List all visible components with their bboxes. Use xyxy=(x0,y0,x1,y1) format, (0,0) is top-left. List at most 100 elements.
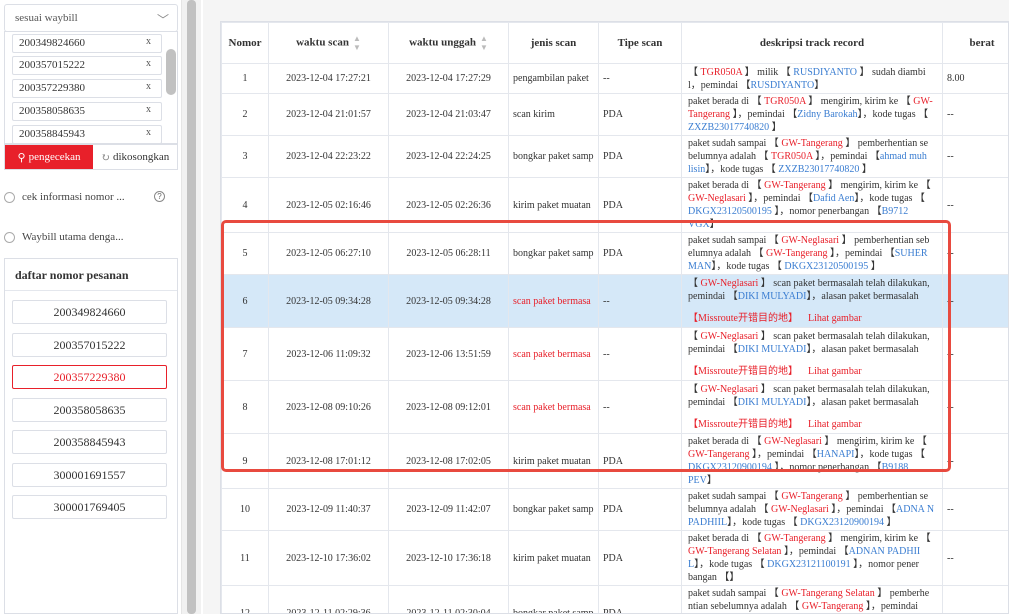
table-row[interactable]: 9 2023-12-08 17:01:12 2023-12-08 17:02:05 k… xyxy=(221,433,1008,489)
cell-upload-time: 2023-12-08 09:12:01 xyxy=(388,380,509,434)
table-row[interactable]: 8 2023-12-08 09:10:26 2023-12-08 09:12:01 s… xyxy=(221,380,1008,434)
desc-text: 】，pemindai 【 xyxy=(827,248,895,259)
cell-scan-type: scan kirim xyxy=(508,93,599,136)
order-item[interactable]: 200358845943 xyxy=(12,430,167,454)
waybill-list-scrollbar[interactable] xyxy=(166,49,176,95)
table-row[interactable]: 7 2023-12-06 11:09:32 2023-12-06 13:51:59 s… xyxy=(221,327,1008,381)
desc-text: 】 xyxy=(859,164,872,175)
table-row[interactable]: 5 2023-12-05 06:27:10 2023-12-05 06:28:11 b… xyxy=(221,232,1008,275)
desc-text: 】，kode tugas 【 xyxy=(711,261,785,272)
cell-weight: -- xyxy=(942,327,1008,381)
table-row[interactable]: 6 2023-12-05 09:34:28 2023-12-05 09:34:28 s… xyxy=(221,274,1008,328)
table-row[interactable]: 3 2023-12-04 22:23:22 2023-12-04 22:24:25 b… xyxy=(221,135,1008,178)
view-image-link[interactable]: Lihat gambar xyxy=(808,366,862,377)
cell-scan-type: bongkar paket samp xyxy=(508,135,599,178)
link-text[interactable]: DKGX23120900194 xyxy=(800,517,884,528)
help-icon[interactable]: ? xyxy=(154,191,165,202)
cell-number: 3 xyxy=(221,135,269,178)
desc-text: 】，nomor penerbangan 【 xyxy=(771,206,882,217)
view-image-link[interactable]: Lihat gambar xyxy=(808,419,862,430)
location-text: GW-Tangerang xyxy=(801,601,864,612)
link-text[interactable]: DKGX23120900194 xyxy=(688,462,772,473)
location-text: GW-Neglasari xyxy=(781,235,840,246)
cell-scan-type: bongkar paket samp xyxy=(508,232,599,275)
radio-main-waybill[interactable]: Waybill utama denga... xyxy=(4,231,123,243)
cell-number: 4 xyxy=(221,177,269,233)
cell-description: 【 GW-Neglasari 】 scan paket bermasalah t… xyxy=(681,327,943,381)
order-item[interactable]: 300001769405 xyxy=(12,495,167,519)
table-row[interactable]: 11 2023-12-10 17:36:02 2023-12-10 17:36:18… xyxy=(221,530,1008,586)
table-row[interactable]: 2 2023-12-04 21:01:57 2023-12-04 21:03:47 s… xyxy=(221,93,1008,136)
col-scan-time[interactable]: waktu scan ▲ ▼ xyxy=(268,22,389,64)
table-body: 1 2023-12-04 17:27:21 2023-12-04 17:27:29 p… xyxy=(221,63,1008,613)
cell-number: 2 xyxy=(221,93,269,136)
link-text[interactable]: DIKI MULYADI xyxy=(738,291,807,302)
query-type-dropdown[interactable]: sesuai waybill ﹀ xyxy=(4,4,178,32)
remove-icon[interactable]: x xyxy=(146,81,151,92)
desc-text: 】 mengirim, kirim ke 【 xyxy=(825,180,931,191)
table-row[interactable]: 10 2023-12-09 11:40:37 2023-12-09 11:42:07… xyxy=(221,488,1008,531)
link-text[interactable]: DKGX23121100191 xyxy=(767,559,851,570)
order-item-selected[interactable]: 200357229380 xyxy=(12,365,167,389)
remove-icon[interactable]: x xyxy=(146,36,151,47)
table-row[interactable]: 4 2023-12-05 02:16:46 2023-12-05 02:26:36 k… xyxy=(221,177,1008,233)
desc-text: 】 xyxy=(706,475,717,486)
desc-text: 】，pemindai 【 xyxy=(781,546,849,557)
cell-weight: -- xyxy=(942,380,1008,434)
clear-button[interactable]: ↻ dikosongkan xyxy=(93,145,177,169)
link-text[interactable]: DKGX23120500195 xyxy=(688,206,772,217)
reason-text: 【Missroute开错目的地】 xyxy=(688,313,798,324)
link-text[interactable]: DIKI MULYADI xyxy=(738,397,807,408)
desc-text: 】，alasan paket bermasalah xyxy=(806,397,919,408)
desc-text: paket sudah sampai 【 xyxy=(688,235,782,246)
cell-number: 1 xyxy=(221,63,269,94)
radio-check-number-info[interactable]: cek informasi nomor ... xyxy=(4,191,125,203)
cell-description: 【 GW-Neglasari 】 scan paket bermasalah t… xyxy=(681,380,943,434)
radio-circle xyxy=(4,191,15,203)
cell-weight: -- xyxy=(942,433,1008,489)
desc-text: 】 xyxy=(868,261,881,272)
sort-icon[interactable]: ▲ ▼ xyxy=(480,34,488,52)
link-text[interactable]: HANAPI xyxy=(817,449,855,460)
desc-text: paket sudah sampai 【 xyxy=(688,491,782,502)
search-button[interactable]: ⚲ pengecekan xyxy=(5,145,93,169)
cell-description: paket sudah sampai 【 GW-Neglasari 】 pemb… xyxy=(681,232,943,275)
remove-icon[interactable]: x xyxy=(146,127,151,138)
col-upload-time[interactable]: waktu unggah ▲ ▼ xyxy=(388,22,509,64)
desc-text: 】 xyxy=(814,79,825,91)
cell-upload-time: 2023-12-06 13:51:59 xyxy=(388,327,509,381)
cell-number: 6 xyxy=(221,274,269,328)
link-text[interactable]: ZXZB23017740820 xyxy=(778,164,859,175)
order-item[interactable]: 200358058635 xyxy=(12,398,167,422)
link-text[interactable]: Dafid Aen xyxy=(813,193,854,204)
link-text[interactable]: DIKI MULYADI xyxy=(738,344,807,355)
link-text[interactable]: RUSDIYANTO xyxy=(793,67,857,78)
desc-text: 】，alasan paket bermasalah xyxy=(806,291,919,302)
desc-text: 】，kode tugas 【 xyxy=(854,193,925,204)
link-text[interactable]: Zidny Barokah xyxy=(797,109,857,120)
order-item[interactable]: 300001691557 xyxy=(12,463,167,487)
problem-reason: 【Missroute开错目的地】 Lihat gambar xyxy=(688,418,936,431)
table-row[interactable]: 12 2023-12-11 02:29:36 2023-12-11 02:30:04… xyxy=(221,585,1008,613)
cell-number: 9 xyxy=(221,433,269,489)
desc-text: 】 mengirim, kirim ke 【 xyxy=(821,436,927,447)
remove-icon[interactable]: x xyxy=(146,58,151,69)
page-scrollbar[interactable] xyxy=(181,0,201,614)
sort-icon[interactable]: ▲ ▼ xyxy=(353,34,361,52)
link-text[interactable]: ZXZB23017740820 xyxy=(688,122,769,133)
view-image-link[interactable]: Lihat gambar xyxy=(808,313,862,324)
page-scrollbar-thumb[interactable] xyxy=(187,0,196,614)
cell-scan-kind: PDA xyxy=(598,585,682,613)
link-text[interactable]: RUSDIYANTO xyxy=(751,80,815,91)
order-item[interactable]: 200349824660 xyxy=(12,300,167,324)
table-row[interactable]: 1 2023-12-04 17:27:21 2023-12-04 17:27:29 p… xyxy=(221,63,1008,94)
waybill-tag: 200349824660 x xyxy=(12,34,162,53)
link-text[interactable]: DKGX23120500195 xyxy=(784,261,868,272)
waybill-input-list[interactable]: 200349824660 x 200357015222 x 200357229380… xyxy=(4,31,178,144)
col-scan-kind: Tipe scan xyxy=(598,22,682,64)
cell-upload-time: 2023-12-04 21:03:47 xyxy=(388,93,509,136)
location-text: GW-Tangerang xyxy=(764,533,826,544)
reason-text: 【Missroute开错目的地】 xyxy=(688,366,798,377)
remove-icon[interactable]: x xyxy=(146,104,151,115)
order-item[interactable]: 200357015222 xyxy=(12,333,167,357)
